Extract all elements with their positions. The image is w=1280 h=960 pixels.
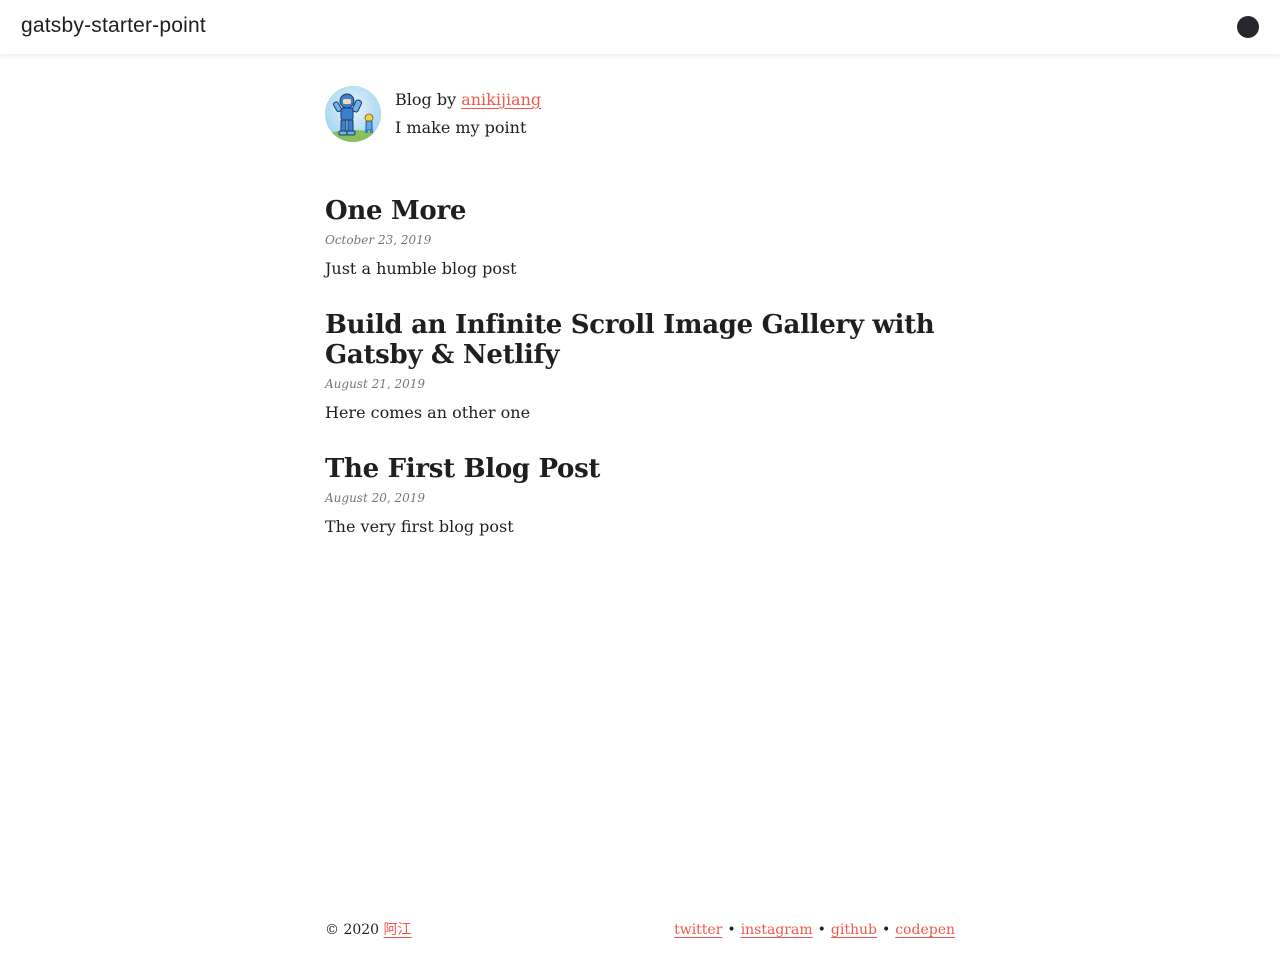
- post-title-link[interactable]: One More: [325, 196, 955, 226]
- copyright-text: © 2020: [325, 922, 384, 938]
- instagram-link[interactable]: instagram: [741, 922, 813, 938]
- post-date: August 20, 2019: [325, 491, 426, 505]
- footer-social-links: twitter • instagram • github • codepen: [674, 920, 955, 940]
- twitter-link[interactable]: twitter: [674, 922, 722, 938]
- link-separator: •: [817, 922, 826, 938]
- post-item: The First Blog Post August 20, 2019 The …: [325, 454, 955, 537]
- author-bio: Blog by anikijiang I make my point: [325, 86, 955, 144]
- bio-prefix: Blog by: [395, 90, 462, 109]
- theme-toggle-button[interactable]: [1237, 16, 1259, 38]
- post-date: August 21, 2019: [325, 377, 426, 391]
- robot-character-icon: [325, 86, 381, 142]
- post-description: Here comes an other one: [325, 403, 531, 422]
- post-description: Just a humble blog post: [325, 259, 517, 278]
- post-description: The very first blog post: [325, 517, 514, 536]
- top-navigation-bar: gatsby-starter-point: [0, 0, 1280, 54]
- post-title-link[interactable]: Build an Infinite Scroll Image Gallery w…: [325, 310, 955, 370]
- owner-link[interactable]: 阿江: [384, 922, 412, 938]
- github-link[interactable]: github: [831, 922, 877, 938]
- bio-tagline: I make my point: [395, 118, 527, 137]
- post-item: Build an Infinite Scroll Image Gallery w…: [325, 310, 955, 423]
- codepen-link[interactable]: codepen: [895, 922, 955, 938]
- post-date: October 23, 2019: [325, 233, 432, 247]
- site-title-link[interactable]: gatsby-starter-point: [21, 14, 206, 38]
- post-item: One More October 23, 2019 Just a humble …: [325, 196, 955, 279]
- link-separator: •: [881, 922, 891, 938]
- author-avatar: [325, 86, 381, 142]
- post-title-link[interactable]: The First Blog Post: [325, 454, 955, 484]
- link-separator: •: [727, 922, 736, 938]
- author-link[interactable]: anikijiang: [461, 90, 541, 109]
- footer-copyright: © 2020 阿江: [325, 920, 412, 940]
- bio-byline: Blog by anikijiang: [395, 90, 541, 110]
